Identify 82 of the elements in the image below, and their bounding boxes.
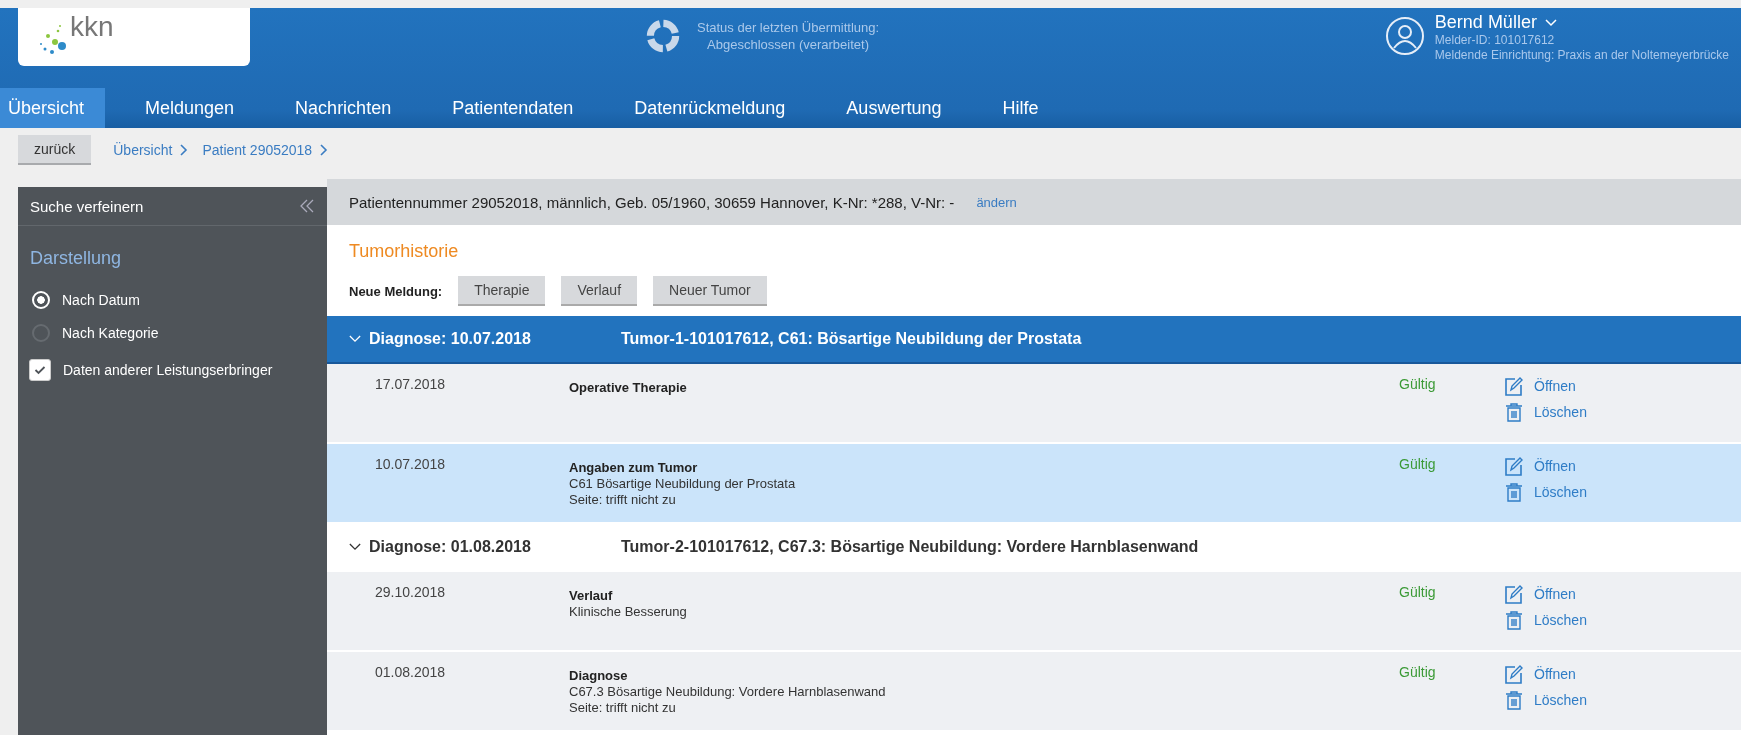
chevron-right-icon [180, 144, 189, 156]
radio-label[interactable]: Nach Datum [62, 291, 140, 308]
trash-icon [1504, 402, 1524, 422]
report-date: 29.10.2018 [374, 584, 447, 602]
report-status: Gültig [1399, 584, 1437, 602]
check-icon [34, 364, 46, 375]
patient-info: Patientennummer 29052018, männlich, Geb. 05/1960, 30659 Hannover, K-Nr: *288, V-Nr: - [349, 193, 955, 211]
tumor-name: Tumor-1-101017612, C61: Bösartige Neubildung der Prostata [621, 330, 1082, 348]
report-detail: Klinische Besserung [569, 604, 688, 620]
diagnosis-header[interactable]: Diagnose: 10.07.2018 Tumor-1-101017612, C61: Bösartige Neubildung der Prostata [327, 316, 1741, 364]
edit-icon [1504, 456, 1524, 476]
open-link[interactable]: Öffnen [1504, 376, 1587, 396]
report-row[interactable]: 17.07.2018 Operative Therapie Gültig Öffnen Löschen [327, 364, 1741, 444]
report-detail: Seite: trifft nicht zu [569, 492, 677, 508]
nav-tab[interactable]: Hilfe [987, 88, 1060, 128]
chevron-icon [349, 543, 361, 551]
report-status: Gültig [1399, 664, 1437, 682]
report-row[interactable]: 01.08.2018 Diagnose C67.3 Bösartige Neubildung: Vordere Harnblasenwand Seite: trifft nicht zu Gültig Öffnen Löschen [327, 652, 1741, 732]
chevron-icon [349, 335, 361, 343]
dots-icon [38, 22, 68, 56]
nav-tab[interactable]: Patientendaten [437, 88, 595, 128]
delete-link[interactable]: Löschen [1504, 610, 1587, 630]
new-report-label: Neue Meldung: [349, 283, 443, 299]
status-value: Abgeschlossen (verarbeitet) [707, 36, 869, 53]
nav-tab[interactable]: Nachrichten [280, 88, 413, 128]
back-button[interactable]: zurück [18, 135, 92, 165]
reporting-facility: Meldende Einrichtung: Praxis an der Noltemeyerbrücke [1434, 48, 1729, 63]
radio-label[interactable]: Nach Kategorie [62, 324, 159, 341]
open-link[interactable]: Öffnen [1504, 456, 1587, 476]
breadcrumb-link[interactable]: Patient 29052018 [202, 142, 313, 158]
report-detail: Seite: trifft nicht zu [569, 700, 677, 716]
edit-icon [1504, 376, 1524, 396]
status-label: Status der letzten Übermittlung: [697, 19, 880, 36]
delete-link[interactable]: Löschen [1504, 402, 1587, 422]
nav-tab[interactable]: Übersicht [0, 88, 106, 128]
caret-icon[interactable] [1544, 18, 1557, 27]
report-row[interactable]: 10.07.2018 Angaben zum Tumor C61 Bösartige Neubildung der Prostata Seite: trifft nicht zu Gültig Öffnen Löschen [327, 444, 1741, 524]
delete-link[interactable]: Löschen [1504, 690, 1587, 710]
collapse-icon[interactable] [299, 199, 315, 213]
breadcrumb-link[interactable]: Übersicht [113, 142, 173, 158]
edit-icon [1504, 664, 1524, 684]
edit-link[interactable]: ändern [976, 194, 1017, 210]
nav-tab[interactable]: Auswertung [831, 88, 963, 128]
logo[interactable]: kkn [18, 8, 250, 66]
new-report-button[interactable]: Verlauf [561, 276, 638, 306]
report-date: 10.07.2018 [374, 456, 447, 474]
open-link[interactable]: Öffnen [1504, 584, 1587, 604]
new-report-button[interactable]: Neuer Tumor [653, 276, 767, 306]
report-detail: C61 Bösartige Neubildung der Prostata [569, 476, 797, 492]
section-heading: Darstellung [29, 247, 123, 270]
section-title: Tumorhistorie [348, 240, 460, 263]
diagnosis-date: Diagnose: 01.08.2018 [369, 538, 532, 556]
report-title: Angaben zum Tumor [569, 460, 699, 476]
nav-tab[interactable]: Datenrückmeldung [619, 88, 807, 128]
report-title: Operative Therapie [569, 380, 688, 396]
trash-icon [1504, 690, 1524, 710]
checkbox[interactable] [29, 358, 51, 381]
sidebar-title: Suche verfeinern [30, 197, 144, 215]
checkbox-label[interactable]: Daten anderer Leistungserbringer [63, 361, 273, 378]
report-date: 01.08.2018 [374, 664, 447, 682]
trash-icon [1504, 482, 1524, 502]
new-report-button[interactable]: Therapie [458, 276, 546, 306]
reporter-id: Melder-ID: 101017612 [1434, 33, 1556, 48]
chevron-right-icon [320, 144, 329, 156]
trash-icon [1504, 610, 1524, 630]
tumor-name: Tumor-2-101017612, C67.3: Bösartige Neubildung: Vordere Harnblasenwand [621, 538, 1199, 556]
report-title: Verlauf [569, 588, 614, 604]
status-ring-icon [645, 18, 681, 54]
report-row[interactable]: 29.10.2018 Verlauf Klinische Besserung Gültig Öffnen Löschen [327, 572, 1741, 652]
report-status: Gültig [1399, 456, 1437, 474]
diagnosis-date: Diagnose: 10.07.2018 [369, 330, 532, 348]
report-status: Gültig [1399, 376, 1437, 394]
user-name[interactable]: Bernd Müller [1434, 12, 1537, 33]
user-avatar-icon[interactable] [1384, 16, 1425, 56]
report-date: 17.07.2018 [374, 376, 447, 394]
open-link[interactable]: Öffnen [1504, 664, 1587, 684]
edit-icon [1504, 584, 1524, 604]
report-title: Diagnose [569, 668, 629, 684]
delete-link[interactable]: Löschen [1504, 482, 1587, 502]
radio-button[interactable] [32, 323, 50, 342]
report-detail: C67.3 Bösartige Neubildung: Vordere Harnblasenwand [569, 684, 887, 700]
nav-tab[interactable]: Meldungen [130, 88, 256, 128]
